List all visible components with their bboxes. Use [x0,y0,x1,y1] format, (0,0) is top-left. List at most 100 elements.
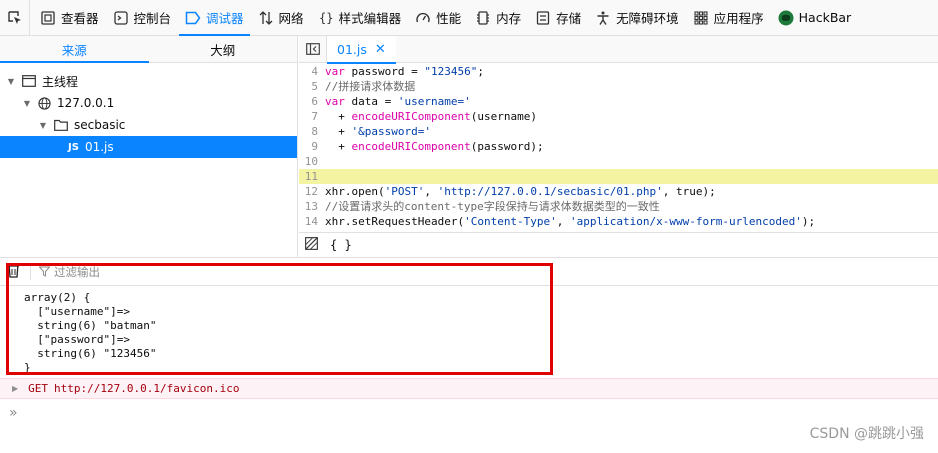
code-line[interactable]: 12 xhr.open('POST', 'http://127.0.0.1/sec… [299,184,938,199]
editor-footer: { } [299,232,938,257]
tab-label: 应用程序 [713,11,764,26]
tab-label: 查看器 [61,11,99,26]
code-line[interactable]: 5//拼接请求体数据 [299,79,938,94]
tab-memory[interactable]: 内存 [469,0,527,36]
code-line[interactable]: 10 [299,154,938,169]
code-text: + encodeURIComponent(username) [325,109,537,124]
code-line[interactable]: 9 + encodeURIComponent(password); [299,139,938,154]
tab-label: 无障碍环境 [616,11,679,26]
code-token: , [556,215,571,228]
code-token: + [325,140,352,153]
line-number[interactable]: 12 [299,184,325,199]
trash-icon[interactable] [7,263,20,281]
file-tab-label: 01.js [337,41,367,57]
code-text: + encodeURIComponent(password); [325,139,544,154]
code-token: (password); [470,140,544,153]
tab-accessibility[interactable]: 无障碍环境 [589,0,685,36]
console-prompt-icon[interactable]: » [9,405,18,421]
line-number[interactable]: 14 [299,214,325,229]
pretty-print-button[interactable]: { } [330,238,352,252]
tab-hackbar[interactable]: HackBar [772,0,858,36]
code-line[interactable]: 13//设置请求头的content-type字段保持与请求体数据类型的一致性 [299,199,938,214]
tab-inspector[interactable]: 查看器 [34,0,105,36]
hackbar-icon [778,10,794,26]
tree-item-host[interactable]: ▼ 127.0.0.1 [0,92,297,114]
tab-outline[interactable]: 大纲 [149,36,298,62]
filter-placeholder: 过滤输出 [54,264,100,279]
expand-arrow-icon[interactable]: ▼ [22,99,32,108]
tree-item-folder[interactable]: ▼ secbasic [0,114,297,136]
line-number[interactable]: 8 [299,124,325,139]
style-editor-icon: {} [318,10,334,26]
line-number[interactable]: 9 [299,139,325,154]
line-number[interactable]: 4 [299,64,325,79]
expand-arrow-icon[interactable]: ▼ [38,121,48,130]
tab-label: 存储 [556,11,582,26]
watermark: CSDN @跳跳小强 [809,426,924,442]
toggle-sidebar-button[interactable] [299,35,327,63]
console-output: array(2) { ["username"]=> string(6) "bat… [24,291,157,374]
tab-network[interactable]: 网络 [252,0,310,36]
code-text: var data = 'username=' [325,94,471,109]
code-token: encodeURIComponent [351,140,471,153]
tree-item-label: secbasic [74,118,126,132]
code-line[interactable]: 6 var data = 'username=' [299,94,938,109]
blackbox-icon[interactable] [305,237,318,253]
line-number[interactable]: 6 [299,94,325,109]
window-icon [22,75,36,87]
code-line[interactable]: 8 + '&password=' [299,124,938,139]
code-line[interactable]: 7 + encodeURIComponent(username) [299,109,938,124]
code-token: + [325,110,352,123]
expand-arrow-icon[interactable]: ▶ [12,384,18,393]
file-tab-01js[interactable]: 01.js ✕ [327,35,396,64]
code-text: xhr.setRequestHeader('Content-Type', 'ap… [325,214,815,229]
line-number[interactable]: 7 [299,109,325,124]
inspector-icon [40,10,56,26]
code-text: xhr.open('POST', 'http://127.0.0.1/secba… [325,184,716,199]
console-pane: 过滤输出 array(2) { ["username"]=> string(6)… [0,257,938,453]
tab-sources[interactable]: 来源 [0,36,149,63]
line-number[interactable]: 11 [299,169,325,184]
tree-item-file-selected[interactable]: JS 01.js [0,136,297,158]
tree-item-main-thread[interactable]: ▼ 主线程 [0,70,297,92]
tab-storage[interactable]: 存储 [529,0,587,36]
filter-icon [39,266,50,277]
expand-arrow-icon[interactable]: ▼ [6,77,16,86]
tab-label: HackBar [798,10,852,25]
code-token: + [325,125,352,138]
code-token: "123456" [424,65,478,78]
code-token: 'http://127.0.0.1/secbasic/01.php' [437,185,663,198]
code-token: 'Content-Type' [464,215,557,228]
code-token: xhr.open( [325,185,385,198]
code-line[interactable]: 11 [299,169,938,184]
source-editor: 01.js ✕ 4 var password = "123456"; 5//拼接请求… [299,35,938,257]
line-number[interactable]: 13 [299,199,325,214]
line-number[interactable]: 5 [299,79,325,94]
close-icon[interactable]: ✕ [375,42,386,57]
code-area[interactable]: 4 var password = "123456"; 5//拼接请求体数据 6 var … [299,64,938,230]
filter-input[interactable]: 过滤输出 [39,264,100,280]
element-picker-button[interactable] [0,0,30,36]
line-number[interactable]: 10 [299,154,325,169]
code-token: data = [344,95,398,108]
code-token: (username) [470,110,537,123]
code-line[interactable]: 14 xhr.setRequestHeader('Content-Type', '… [299,214,938,229]
code-token: 'POST' [384,185,425,198]
storage-icon [535,10,551,26]
code-token: //设置请求头的content-type字段保持与请求体数据类型的一致性 [325,200,660,213]
tab-style-editor[interactable]: {} 样式编辑器 [312,0,408,36]
globe-icon [38,96,51,110]
tab-debugger[interactable]: 调试器 [179,0,250,36]
tab-console[interactable]: 控制台 [107,0,178,36]
console-error-row[interactable]: ▶ GET http://127.0.0.1/favicon.ico [0,378,938,399]
tab-performance[interactable]: 性能 [409,0,467,36]
tab-label: 样式编辑器 [338,11,402,26]
code-line[interactable]: 4 var password = "123456"; [299,64,938,79]
network-icon [258,10,274,26]
code-text: //设置请求头的content-type字段保持与请求体数据类型的一致性 [325,199,660,214]
code-token: encodeURIComponent [351,110,471,123]
code-token: password = [344,65,425,78]
error-url[interactable]: http://127.0.0.1/favicon.ico [54,382,239,395]
tab-application[interactable]: 应用程序 [687,0,770,36]
code-token: //拼接请求体数据 [325,80,416,93]
